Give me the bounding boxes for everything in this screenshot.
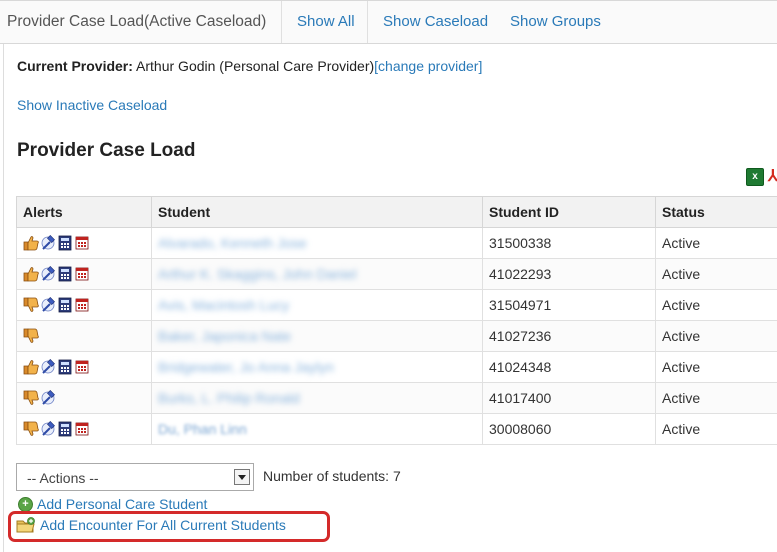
cell-student: Du, Phan Linn [151, 413, 483, 445]
table-row[interactable]: Du, Phan Linn 30008060 Active [16, 413, 777, 445]
actions-selected-value: -- Actions -- [27, 470, 99, 486]
left-border [3, 44, 4, 552]
cell-student: Baker, Japonica Nate [151, 320, 483, 352]
cell-student: Arthur K. Skaggins, John Daniel [151, 258, 483, 290]
cell-student: Bridgewater, Jo Anna Jaylyn [151, 351, 483, 383]
thumbs-up-icon[interactable] [23, 266, 39, 282]
student-name-link[interactable]: Arthur K. Skaggins, John Daniel [158, 266, 356, 282]
calculator-icon[interactable] [57, 266, 73, 282]
table-header-row: Alerts Student Student ID Status [16, 196, 777, 228]
table-row[interactable]: Arthur K. Skaggins, John Daniel 41022293 A… [16, 258, 777, 290]
student-name-link[interactable]: Alvarado, Kenneth Jose [158, 235, 307, 251]
cell-alerts [16, 289, 152, 321]
header-status[interactable]: Status [655, 196, 777, 228]
page-title: Provider Case Load(Active Caseload) [7, 13, 267, 30]
thumbs-up-icon[interactable] [23, 235, 39, 251]
section-title: Provider Case Load [17, 140, 196, 161]
cell-alerts [16, 258, 152, 290]
calendar-icon[interactable] [74, 359, 90, 375]
actions-dropdown[interactable]: -- Actions -- [16, 463, 254, 491]
cell-status: Active [655, 413, 777, 445]
show-inactive-caseload-link[interactable]: Show Inactive Caseload [17, 97, 167, 113]
pdf-icon[interactable]: ⅄ [768, 168, 777, 185]
student-name-link[interactable]: Du, Phan Linn [158, 421, 247, 437]
thumbs-down-icon[interactable] [23, 390, 39, 406]
cell-student-id: 41027236 [482, 320, 656, 352]
current-provider-label: Current Provider: [17, 58, 133, 74]
gavel-icon[interactable] [40, 297, 56, 313]
cell-student: Avis, Macintosh Lucy [151, 289, 483, 321]
thumbs-down-icon[interactable] [23, 421, 39, 437]
excel-icon[interactable]: x [746, 168, 764, 186]
calendar-icon[interactable] [74, 235, 90, 251]
cell-student-id: 41017400 [482, 382, 656, 414]
add-personal-care-student-link[interactable]: Add Personal Care Student [37, 496, 207, 512]
cell-student-id: 41024348 [482, 351, 656, 383]
cell-student: Burks, L. Philip Ronald [151, 382, 483, 414]
cell-status: Active [655, 258, 777, 290]
cell-status: Active [655, 320, 777, 352]
cell-alerts [16, 351, 152, 383]
current-provider: Current Provider: Arthur Godin (Personal… [17, 58, 482, 74]
current-provider-name: Arthur Godin (Personal Care Provider) [136, 58, 375, 74]
student-count: Number of students: 7 [263, 468, 401, 484]
chevron-down-icon[interactable] [234, 469, 250, 485]
header-student-id[interactable]: Student ID [482, 196, 656, 228]
table-row[interactable]: Baker, Japonica Nate 41027236 Active [16, 320, 777, 352]
change-provider-link[interactable]: [change provider] [374, 58, 482, 74]
add-student-row[interactable]: + Add Personal Care Student [18, 496, 207, 512]
cell-alerts [16, 413, 152, 445]
cell-student-id: 31500338 [482, 227, 656, 259]
calculator-icon[interactable] [57, 421, 73, 437]
table-row[interactable]: Alvarado, Kenneth Jose 31500338 Active [16, 227, 777, 259]
cell-status: Active [655, 351, 777, 383]
tab-show-caseload[interactable]: Show Caseload [367, 1, 503, 43]
gavel-icon[interactable] [40, 390, 56, 406]
calendar-icon[interactable] [74, 297, 90, 313]
caseload-table: Alerts Student Student ID Status Alvarad… [16, 196, 777, 445]
plus-icon: + [18, 496, 33, 512]
cell-status: Active [655, 289, 777, 321]
student-name-link[interactable]: Bridgewater, Jo Anna Jaylyn [158, 359, 334, 375]
gavel-icon[interactable] [40, 421, 56, 437]
thumbs-down-icon[interactable] [23, 328, 39, 344]
student-name-link[interactable]: Burks, L. Philip Ronald [158, 390, 300, 406]
header-student[interactable]: Student [151, 196, 483, 228]
cell-alerts [16, 227, 152, 259]
table-row[interactable]: Burks, L. Philip Ronald 41017400 Active [16, 382, 777, 414]
student-name-link[interactable]: Baker, Japonica Nate [158, 328, 291, 344]
tab-show-groups[interactable]: Show Groups [495, 1, 616, 43]
student-name-link[interactable]: Avis, Macintosh Lucy [158, 297, 289, 313]
cell-alerts [16, 320, 152, 352]
cell-alerts [16, 382, 152, 414]
gavel-icon[interactable] [40, 266, 56, 282]
gavel-icon[interactable] [40, 235, 56, 251]
thumbs-down-icon[interactable] [23, 297, 39, 313]
cell-student-id: 30008060 [482, 413, 656, 445]
calendar-icon[interactable] [74, 421, 90, 437]
calculator-icon[interactable] [57, 297, 73, 313]
calculator-icon[interactable] [57, 359, 73, 375]
header-bar: Provider Case Load(Active Caseload) Show… [0, 0, 777, 44]
cell-status: Active [655, 227, 777, 259]
calendar-icon[interactable] [74, 266, 90, 282]
calculator-icon[interactable] [57, 235, 73, 251]
highlight-annotation [8, 511, 330, 542]
thumbs-up-icon[interactable] [23, 359, 39, 375]
cell-student-id: 31504971 [482, 289, 656, 321]
header-alerts[interactable]: Alerts [16, 196, 152, 228]
tab-show-all[interactable]: Show All [281, 1, 370, 43]
cell-student: Alvarado, Kenneth Jose [151, 227, 483, 259]
cell-status: Active [655, 382, 777, 414]
gavel-icon[interactable] [40, 359, 56, 375]
cell-student-id: 41022293 [482, 258, 656, 290]
table-row[interactable]: Bridgewater, Jo Anna Jaylyn 41024348 Activ… [16, 351, 777, 383]
table-row[interactable]: Avis, Macintosh Lucy 31504971 Active [16, 289, 777, 321]
